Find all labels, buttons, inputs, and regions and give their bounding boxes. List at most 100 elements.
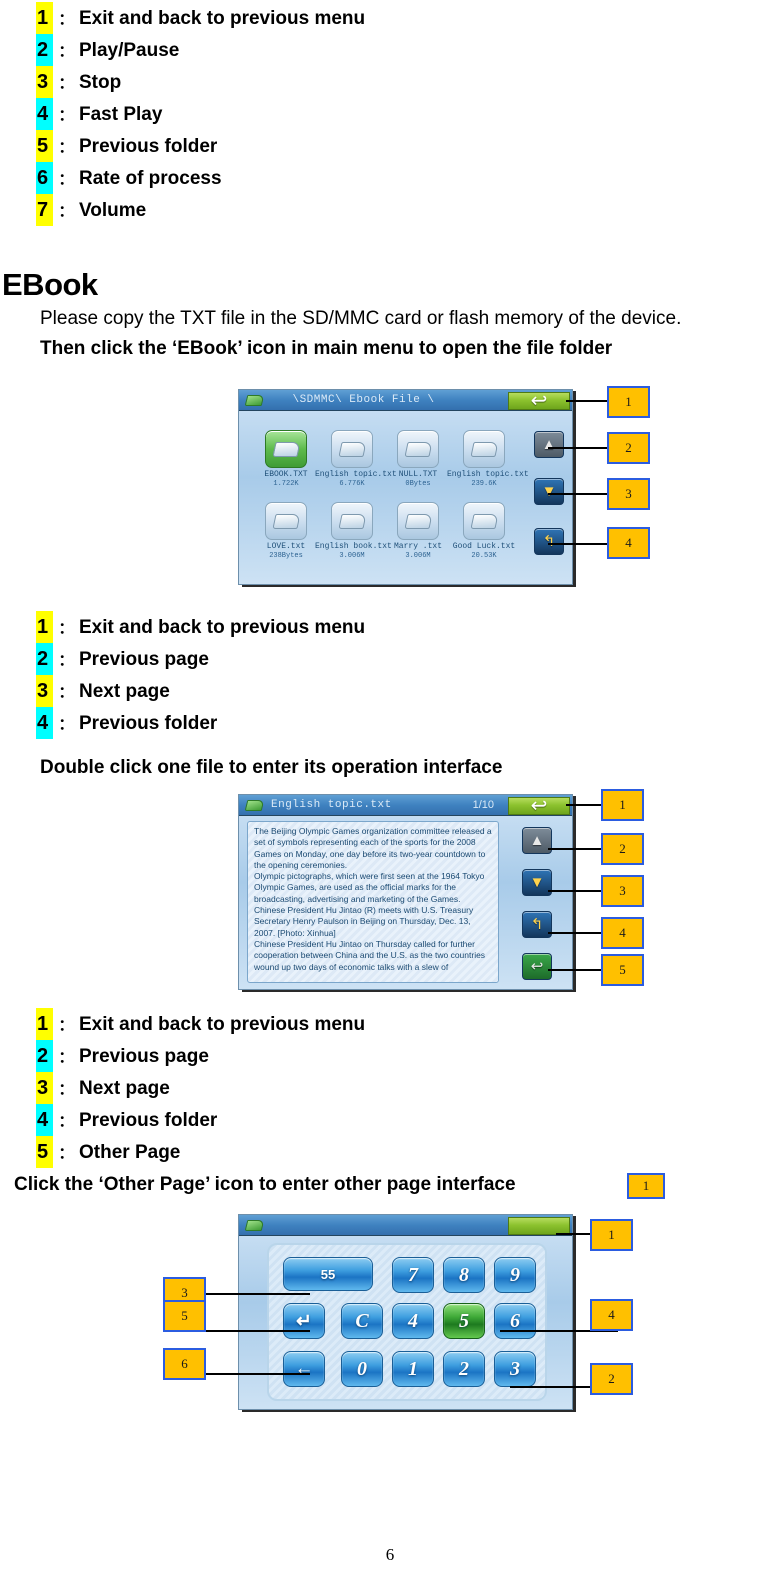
file-item[interactable]: LOVE.txt 238Bytes <box>249 502 323 561</box>
legend-colon: ： <box>58 11 74 28</box>
filebrowser-legend-row: 2 ： Previous page <box>36 643 365 675</box>
filebrowser-legend-label: Previous page <box>79 649 209 670</box>
music-legend-number: 2 <box>36 34 53 66</box>
page-up-button[interactable]: ▲ <box>534 431 564 458</box>
filebrowser-legend-row: 4 ： Previous folder <box>36 707 365 739</box>
text-file-icon <box>463 430 505 468</box>
reader-text-line: cooperation between China and the U.S. a… <box>254 950 486 961</box>
other-page-icon: ↩ <box>530 958 544 975</box>
keypad-key-4[interactable]: 4 <box>392 1303 434 1339</box>
music-legend-number: 4 <box>36 98 53 130</box>
leader-line <box>200 1330 310 1332</box>
callout-keypad-5: 5 <box>163 1300 206 1332</box>
keypad-key-9[interactable]: 9 <box>494 1257 536 1293</box>
reader-text-pane[interactable]: The Beijing Olympic Games organization c… <box>247 821 499 983</box>
file-item[interactable]: English book.txt 3.006M <box>315 502 392 561</box>
keypad-key-backspace[interactable]: ← <box>283 1351 325 1387</box>
text-file-icon <box>397 430 439 468</box>
file-item[interactable]: Marry .txt 3.006M <box>381 502 455 561</box>
file-name: English book.txt <box>315 542 392 551</box>
leader-line <box>200 1373 310 1375</box>
callout-filebrowser-3: 3 <box>607 478 650 510</box>
filebrowser-legend-row: 1 ： Exit and back to previous menu <box>36 611 365 643</box>
legend-colon: ： <box>58 652 74 669</box>
legend-colon: ： <box>58 1049 74 1066</box>
file-name: NULL.TXT <box>398 470 438 479</box>
file-name: English topic.txt <box>447 470 529 479</box>
music-legend-row: 3 ： Stop <box>36 66 365 98</box>
legend-colon: ： <box>58 43 74 60</box>
music-legend-row: 6 ： Rate of process <box>36 162 365 194</box>
callout-keypad-2: 2 <box>590 1363 633 1395</box>
text-file-icon <box>397 502 439 540</box>
keypad-key-6[interactable]: 6 <box>494 1303 536 1339</box>
reader-legend-label: Previous page <box>79 1046 209 1067</box>
callout-filebrowser-4: 4 <box>607 527 650 559</box>
keypad-key-7[interactable]: 7 <box>392 1257 434 1293</box>
filebrowser-legend-number: 2 <box>36 643 53 675</box>
file-item[interactable]: English topic.txt 6.776K <box>315 430 397 489</box>
file-item[interactable]: Good Luck.txt 20.53K <box>447 502 521 561</box>
reader-file-title: English topic.txt <box>271 799 392 811</box>
reader-text-line: set of symbols representing each of the … <box>254 837 476 848</box>
reader-legend-label: Exit and back to previous menu <box>79 1014 366 1035</box>
music-legend-label: Fast Play <box>79 104 163 125</box>
keypad-key-8[interactable]: 8 <box>443 1257 485 1293</box>
reader-page-indicator: 1/10 <box>472 799 494 811</box>
reader-legend-row: 1 ： Exit and back to previous menu <box>36 1008 365 1040</box>
keypad-screenshot: 55 7 8 9 ↵ C 4 5 6 ← 0 1 2 3 <box>238 1214 573 1410</box>
reader-text-line: wound up two days of economic talks with… <box>254 961 449 972</box>
page-up-icon: ▲ <box>541 436 557 453</box>
reader-text-line: Chinese President Hu Jintao on Thursday … <box>254 938 475 949</box>
music-legend-row: 1 ： Exit and back to previous menu <box>36 2 365 34</box>
music-legend-row: 5 ： Previous folder <box>36 130 365 162</box>
music-legend-number: 1 <box>36 2 53 34</box>
return-arrow-icon: ↩ <box>530 795 548 817</box>
callout-keypad-1: 1 <box>590 1219 633 1251</box>
keypad-key-2[interactable]: 2 <box>443 1351 485 1387</box>
file-item[interactable]: EBOOK.TXT 1.722K <box>249 430 323 489</box>
return-arrow-icon: ↩ <box>530 390 548 412</box>
music-legend-label: Previous folder <box>79 136 218 157</box>
music-legend-number: 7 <box>36 194 53 226</box>
file-item[interactable]: NULL.TXT 0Bytes <box>381 430 455 489</box>
filebrowser-screenshot: \SDMMC\ Ebook File \ ↩ EBOOK.TXT 1.722K En… <box>238 389 573 585</box>
file-name: LOVE.txt <box>266 542 306 551</box>
filebrowser-legend: 1 ： Exit and back to previous menu 2 ： Previo… <box>36 611 365 739</box>
music-legend-number: 5 <box>36 130 53 162</box>
filebrowser-exit-button[interactable]: ↩ <box>508 390 570 412</box>
legend-colon: ： <box>58 1145 74 1162</box>
callout-keypad-4: 4 <box>590 1299 633 1331</box>
keypad-key-c[interactable]: C <box>341 1303 383 1339</box>
reader-text-line: broadcasting, advertising and marketing … <box>254 893 461 904</box>
previous-folder-button[interactable]: ↰ <box>534 528 564 555</box>
keypad-key-1[interactable]: 1 <box>392 1351 434 1387</box>
other-page-button[interactable]: ↩ <box>522 953 552 980</box>
filebrowser-legend-number: 4 <box>36 707 53 739</box>
keypad-key-3[interactable]: 3 <box>494 1351 536 1387</box>
text-file-icon <box>463 502 505 540</box>
reader-text-line: 2007. [Photo: Xinhua] <box>254 927 336 938</box>
keypad-key-enter[interactable]: ↵ <box>283 1303 325 1339</box>
file-size: 3.006M <box>339 552 365 560</box>
file-item[interactable]: English topic.txt 239.6K <box>447 430 529 489</box>
callout-reader-3: 3 <box>601 875 644 907</box>
ebook-app-icon <box>243 392 265 408</box>
keypad-key-0[interactable]: 0 <box>341 1351 383 1387</box>
keypad-shadow-right <box>573 1216 576 1412</box>
music-legend-number: 6 <box>36 162 53 194</box>
legend-colon: ： <box>58 620 74 637</box>
legend-colon: ： <box>58 203 74 220</box>
reader-legend-row: 2 ： Previous page <box>36 1040 365 1072</box>
leader-line <box>200 1293 310 1295</box>
legend-colon: ： <box>58 75 74 92</box>
page-down-button[interactable]: ▼ <box>534 478 564 505</box>
legend-colon: ： <box>58 1081 74 1098</box>
callout-reader-2: 2 <box>601 833 644 865</box>
legend-colon: ： <box>58 107 74 124</box>
reader-exit-button[interactable]: ↩ <box>508 795 570 817</box>
filebrowser-legend-number: 1 <box>36 611 53 643</box>
filebrowser-legend-label: Previous folder <box>79 713 218 734</box>
legend-colon: ： <box>58 1113 74 1130</box>
keypad-key-5[interactable]: 5 <box>443 1303 485 1339</box>
